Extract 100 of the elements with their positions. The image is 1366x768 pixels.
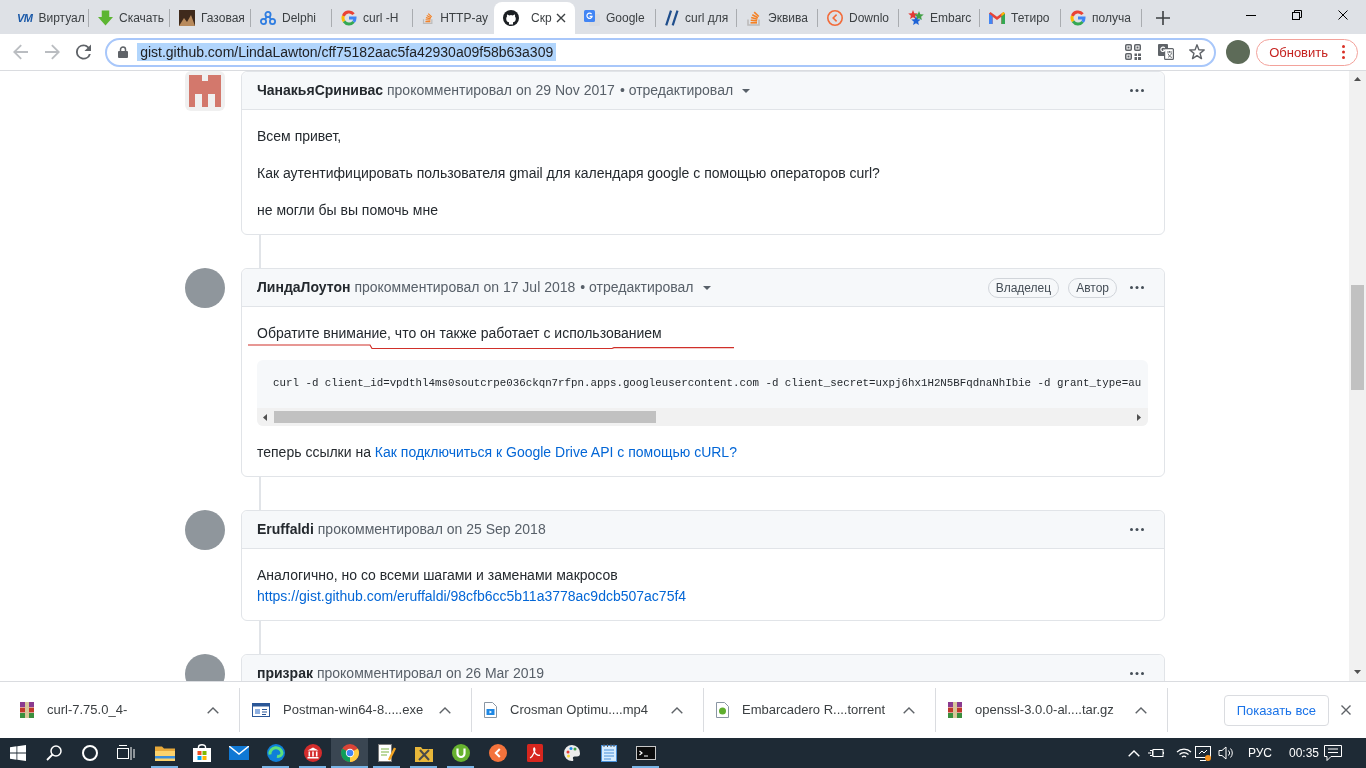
- more-options-icon[interactable]: [1130, 672, 1144, 675]
- qr-code-icon[interactable]: [1125, 44, 1142, 60]
- address-bar[interactable]: gist.github.com/LindaLawton/cff75182aac5fa42930a09f58b63a309: [105, 37, 1217, 67]
- profile-avatar[interactable]: [1226, 40, 1251, 64]
- horizontal-scrollbar[interactable]: [257, 408, 1148, 426]
- identicon-avatar[interactable]: [185, 71, 225, 111]
- swirl-circle-icon: [266, 744, 285, 762]
- plus-icon[interactable]: [1156, 11, 1170, 25]
- caret-icon: [742, 88, 751, 93]
- download-item[interactable]: openssl-3.0.0-al....tar.gz: [936, 688, 1167, 732]
- show-all-button[interactable]: Показать все: [1223, 694, 1329, 726]
- comment-link[interactable]: https://gist.github.com/eruffaldi/98cfb6cc5b11a3778ac9dcb507ac75f4: [257, 588, 687, 604]
- download-item[interactable]: Postman-win64-8.....exe: [240, 688, 471, 732]
- video-file-icon: [484, 702, 497, 718]
- clock-text[interactable]: 00:35: [1288, 746, 1319, 760]
- envelope-icon: [228, 746, 249, 760]
- browser-tab[interactable]: Downlo: [818, 2, 899, 34]
- browser-tab[interactable]: Скачать: [89, 2, 170, 34]
- stacked-lines-icon: [422, 10, 435, 26]
- scroll-right-icon[interactable]: [1137, 413, 1141, 421]
- browser-tab[interactable]: Скр: [494, 2, 575, 34]
- comment-text: Обратите внимание, что он также работает с использованием: [257, 324, 663, 343]
- comment-action-text: прокомментировал: [317, 520, 443, 539]
- u-circle-icon: [451, 744, 470, 762]
- reload-icon[interactable]: [76, 44, 92, 60]
- author-link[interactable]: ЧанакьяСринивас: [257, 80, 383, 101]
- edited-dropdown[interactable]: • отредактировал: [619, 80, 751, 101]
- vertical-scrollbar[interactable]: [1349, 71, 1366, 681]
- author-link[interactable]: Eruffaldi: [257, 519, 314, 540]
- taskbar-button[interactable]: [331, 738, 368, 768]
- browser-tab[interactable]: HTTP-ау: [413, 2, 494, 34]
- chevron-up-icon[interactable]: [671, 706, 683, 714]
- logo-text: VM: [17, 12, 33, 24]
- scrollbar-thumb[interactable]: [274, 411, 656, 423]
- language-indicator[interactable]: РУС: [1247, 746, 1272, 760]
- notification-icon[interactable]: [1324, 745, 1342, 761]
- star-icon[interactable]: [1189, 44, 1206, 60]
- scrollbar-thumb[interactable]: [1351, 285, 1364, 390]
- scroll-left-icon[interactable]: [263, 413, 267, 421]
- timestamp-link[interactable]: on 25 Sep 2018: [446, 519, 546, 540]
- close-icon[interactable]: [556, 13, 566, 23]
- download-item[interactable]: Crosman Optimu....mp4: [472, 688, 703, 732]
- window-icon: [252, 703, 270, 717]
- close-icon[interactable]: [1341, 705, 1351, 715]
- battery-plug-icon[interactable]: [1147, 747, 1164, 759]
- wifi-icon[interactable]: [1175, 747, 1192, 759]
- browser-tab[interactable]: получа: [1061, 2, 1142, 34]
- caret-icon: [702, 285, 711, 290]
- more-options-icon[interactable]: [1130, 286, 1144, 289]
- browser-tab[interactable]: Тетиро: [980, 2, 1061, 34]
- restore-icon[interactable]: [1292, 10, 1302, 20]
- edited-dropdown[interactable]: • отредактировал: [580, 277, 711, 298]
- tricolor-circle-icon: [340, 744, 359, 762]
- download-item[interactable]: curl-7.75.0_4-: [8, 688, 239, 732]
- browser-tab[interactable]: VM Виртуал: [8, 2, 89, 34]
- timestamp-link[interactable]: on 17 Jul 2018: [483, 277, 576, 298]
- author-link[interactable]: призрак: [257, 663, 313, 681]
- minimize-icon[interactable]: [1246, 14, 1256, 16]
- g-letter-icon: [341, 10, 357, 26]
- chevron-up-icon[interactable]: [903, 706, 915, 714]
- circle-chevron-icon: [488, 744, 507, 762]
- browser-tab[interactable]: curl -H: [332, 2, 413, 34]
- chevron-up-icon[interactable]: [207, 706, 219, 714]
- browser-tab[interactable]: Delphi: [251, 2, 332, 34]
- books-icon: [20, 702, 34, 718]
- avatar-placeholder[interactable]: [185, 510, 225, 550]
- download-item[interactable]: Embarcadero R....torrent: [704, 688, 935, 732]
- timestamp-link[interactable]: on 26 Mar 2019: [445, 663, 545, 681]
- close-icon[interactable]: [1338, 10, 1348, 20]
- more-options-icon[interactable]: [1130, 89, 1144, 92]
- scroll-up-icon[interactable]: [1354, 77, 1361, 81]
- comment-link[interactable]: Как подключиться к Google Drive API с помощью cURL?: [374, 444, 737, 460]
- chevron-up-icon[interactable]: [1135, 706, 1147, 714]
- browser-tab[interactable]: Газовая: [170, 2, 251, 34]
- browser-tab[interactable]: Эквива: [737, 2, 818, 34]
- arrow-down-icon: [98, 10, 113, 26]
- translate-icon[interactable]: [1158, 44, 1175, 60]
- browser-tab[interactable]: curl для: [656, 2, 737, 34]
- notepad-pencil-icon: [377, 744, 396, 762]
- avatar-placeholder[interactable]: [185, 268, 225, 308]
- timestamp-link[interactable]: on 29 Nov 2017: [516, 80, 615, 101]
- author-link[interactable]: ЛиндаЛоутон: [257, 277, 351, 298]
- task-view-icon[interactable]: [117, 745, 135, 761]
- comment-text: теперь ссылки на Как подключиться к Google Drive API с помощью cURL?: [257, 443, 738, 462]
- network-icon[interactable]: [1194, 745, 1211, 761]
- picture-icon: [179, 10, 195, 26]
- stacked-lines-icon: [746, 10, 762, 26]
- search-icon[interactable]: [46, 745, 62, 761]
- more-options-icon[interactable]: [1130, 528, 1144, 531]
- windows-logo-icon[interactable]: [10, 745, 26, 761]
- shopping-bag-icon: [192, 744, 211, 762]
- browser-tab[interactable]: Google: [575, 2, 656, 34]
- circle-icon[interactable]: [82, 745, 98, 761]
- scroll-down-icon[interactable]: [1354, 670, 1361, 674]
- speaker-icon[interactable]: [1217, 746, 1234, 760]
- chevron-up-icon[interactable]: [439, 706, 451, 714]
- browser-tab[interactable]: Embarc: [899, 2, 980, 34]
- file-icon: [716, 702, 729, 718]
- palette-icon: [562, 744, 581, 762]
- update-button[interactable]: Обновить: [1256, 38, 1358, 66]
